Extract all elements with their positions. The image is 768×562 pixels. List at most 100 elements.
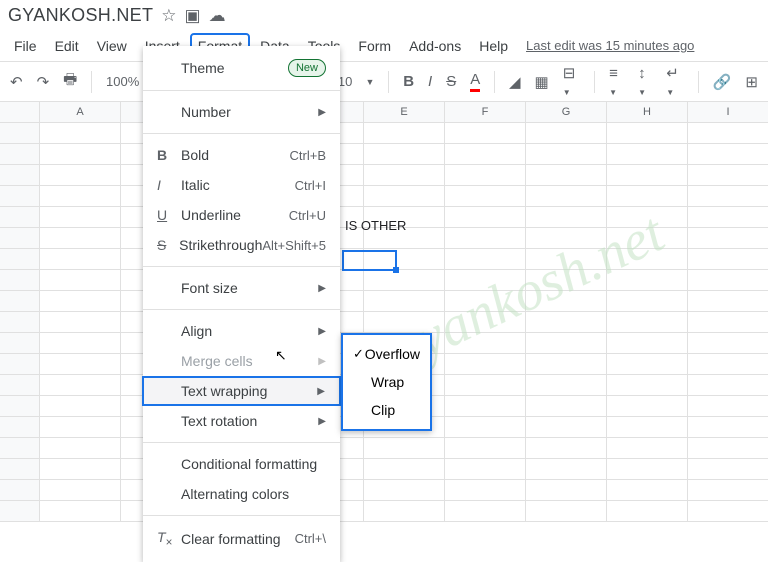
cell[interactable] <box>688 312 768 333</box>
row-header[interactable] <box>0 438 40 459</box>
cell[interactable] <box>526 144 607 165</box>
col-header[interactable]: F <box>445 102 526 123</box>
cell[interactable] <box>445 312 526 333</box>
cell[interactable] <box>688 228 768 249</box>
menu-theme[interactable]: Theme New <box>143 52 340 84</box>
cell[interactable] <box>445 354 526 375</box>
menu-file[interactable]: File <box>6 33 45 59</box>
bold-icon[interactable]: B <box>403 73 414 90</box>
menu-view[interactable]: View <box>89 33 135 59</box>
cell[interactable] <box>445 270 526 291</box>
cell[interactable] <box>526 228 607 249</box>
text-color-icon[interactable]: A <box>470 71 480 92</box>
cell[interactable] <box>526 480 607 501</box>
cell[interactable] <box>688 186 768 207</box>
halign-icon[interactable]: ≡ ▼ <box>609 65 624 99</box>
cell[interactable] <box>364 480 445 501</box>
cell[interactable] <box>445 123 526 144</box>
cell[interactable] <box>607 249 688 270</box>
cell[interactable] <box>364 144 445 165</box>
menu-align[interactable]: Align ▶ <box>143 316 340 346</box>
cell[interactable] <box>688 501 768 522</box>
cell[interactable] <box>607 312 688 333</box>
borders-icon[interactable]: ▦ <box>535 73 549 91</box>
col-header[interactable]: A <box>40 102 121 123</box>
cell[interactable] <box>688 480 768 501</box>
cell[interactable] <box>40 228 121 249</box>
cell[interactable] <box>445 375 526 396</box>
cell[interactable] <box>445 186 526 207</box>
cell[interactable] <box>40 438 121 459</box>
cell[interactable] <box>607 459 688 480</box>
cell[interactable] <box>40 291 121 312</box>
cell[interactable] <box>40 354 121 375</box>
cell[interactable] <box>688 396 768 417</box>
cell[interactable] <box>607 480 688 501</box>
submenu-wrap[interactable]: Wrap <box>343 368 430 396</box>
cell[interactable] <box>40 312 121 333</box>
cell[interactable] <box>40 480 121 501</box>
wrap-icon[interactable]: ↵ ▼ <box>666 64 684 99</box>
cell[interactable] <box>607 207 688 228</box>
cell[interactable] <box>526 396 607 417</box>
menu-alternating-colors[interactable]: Alternating colors <box>143 479 340 509</box>
cell[interactable] <box>40 249 121 270</box>
cell[interactable] <box>40 375 121 396</box>
cell[interactable] <box>40 501 121 522</box>
cell[interactable] <box>445 207 526 228</box>
cell[interactable] <box>607 165 688 186</box>
strikethrough-icon[interactable]: S <box>446 73 456 90</box>
cell[interactable] <box>445 459 526 480</box>
cell[interactable] <box>445 480 526 501</box>
cell[interactable] <box>526 459 607 480</box>
cell[interactable] <box>688 270 768 291</box>
cell[interactable] <box>40 396 121 417</box>
cell[interactable] <box>688 417 768 438</box>
redo-icon[interactable]: ↷ <box>37 73 50 91</box>
row-header[interactable] <box>0 375 40 396</box>
merge-icon[interactable]: ⊟ ▼ <box>563 64 581 99</box>
cell[interactable] <box>364 312 445 333</box>
print-icon[interactable]: 🖶 <box>63 69 77 94</box>
menu-text-wrapping[interactable]: Text wrapping ▶ <box>142 376 341 406</box>
cell[interactable] <box>607 438 688 459</box>
row-header[interactable] <box>0 312 40 333</box>
menu-merge[interactable]: Merge cells ▶ <box>143 346 340 376</box>
cell[interactable] <box>688 354 768 375</box>
cell[interactable] <box>40 165 121 186</box>
cell[interactable] <box>364 165 445 186</box>
cell[interactable] <box>526 354 607 375</box>
cell[interactable] <box>526 291 607 312</box>
cell[interactable] <box>526 207 607 228</box>
font-size-select[interactable]: 10 ▼ <box>338 74 375 89</box>
cell[interactable] <box>364 438 445 459</box>
col-header[interactable]: G <box>526 102 607 123</box>
cell[interactable] <box>526 186 607 207</box>
cell[interactable] <box>688 291 768 312</box>
cell[interactable] <box>40 270 121 291</box>
cell[interactable] <box>688 375 768 396</box>
valign-icon[interactable]: ↕ ▼ <box>638 65 652 99</box>
submenu-clip[interactable]: Clip <box>343 396 430 424</box>
cell[interactable] <box>688 459 768 480</box>
cell[interactable] <box>526 438 607 459</box>
cell[interactable] <box>526 417 607 438</box>
cell[interactable] <box>607 186 688 207</box>
cell[interactable] <box>526 165 607 186</box>
cell[interactable] <box>445 165 526 186</box>
cell[interactable] <box>445 228 526 249</box>
cell[interactable] <box>607 354 688 375</box>
menu-underline[interactable]: U Underline Ctrl+U <box>143 200 340 230</box>
cell[interactable] <box>364 123 445 144</box>
cell[interactable] <box>40 417 121 438</box>
cell[interactable] <box>688 123 768 144</box>
cell[interactable] <box>40 144 121 165</box>
cell[interactable] <box>607 123 688 144</box>
row-header[interactable] <box>0 501 40 522</box>
col-header[interactable]: H <box>607 102 688 123</box>
cell[interactable] <box>607 375 688 396</box>
cell[interactable] <box>607 144 688 165</box>
cell[interactable] <box>607 333 688 354</box>
menu-text-rotation[interactable]: Text rotation ▶ <box>143 406 340 436</box>
cell[interactable] <box>526 270 607 291</box>
